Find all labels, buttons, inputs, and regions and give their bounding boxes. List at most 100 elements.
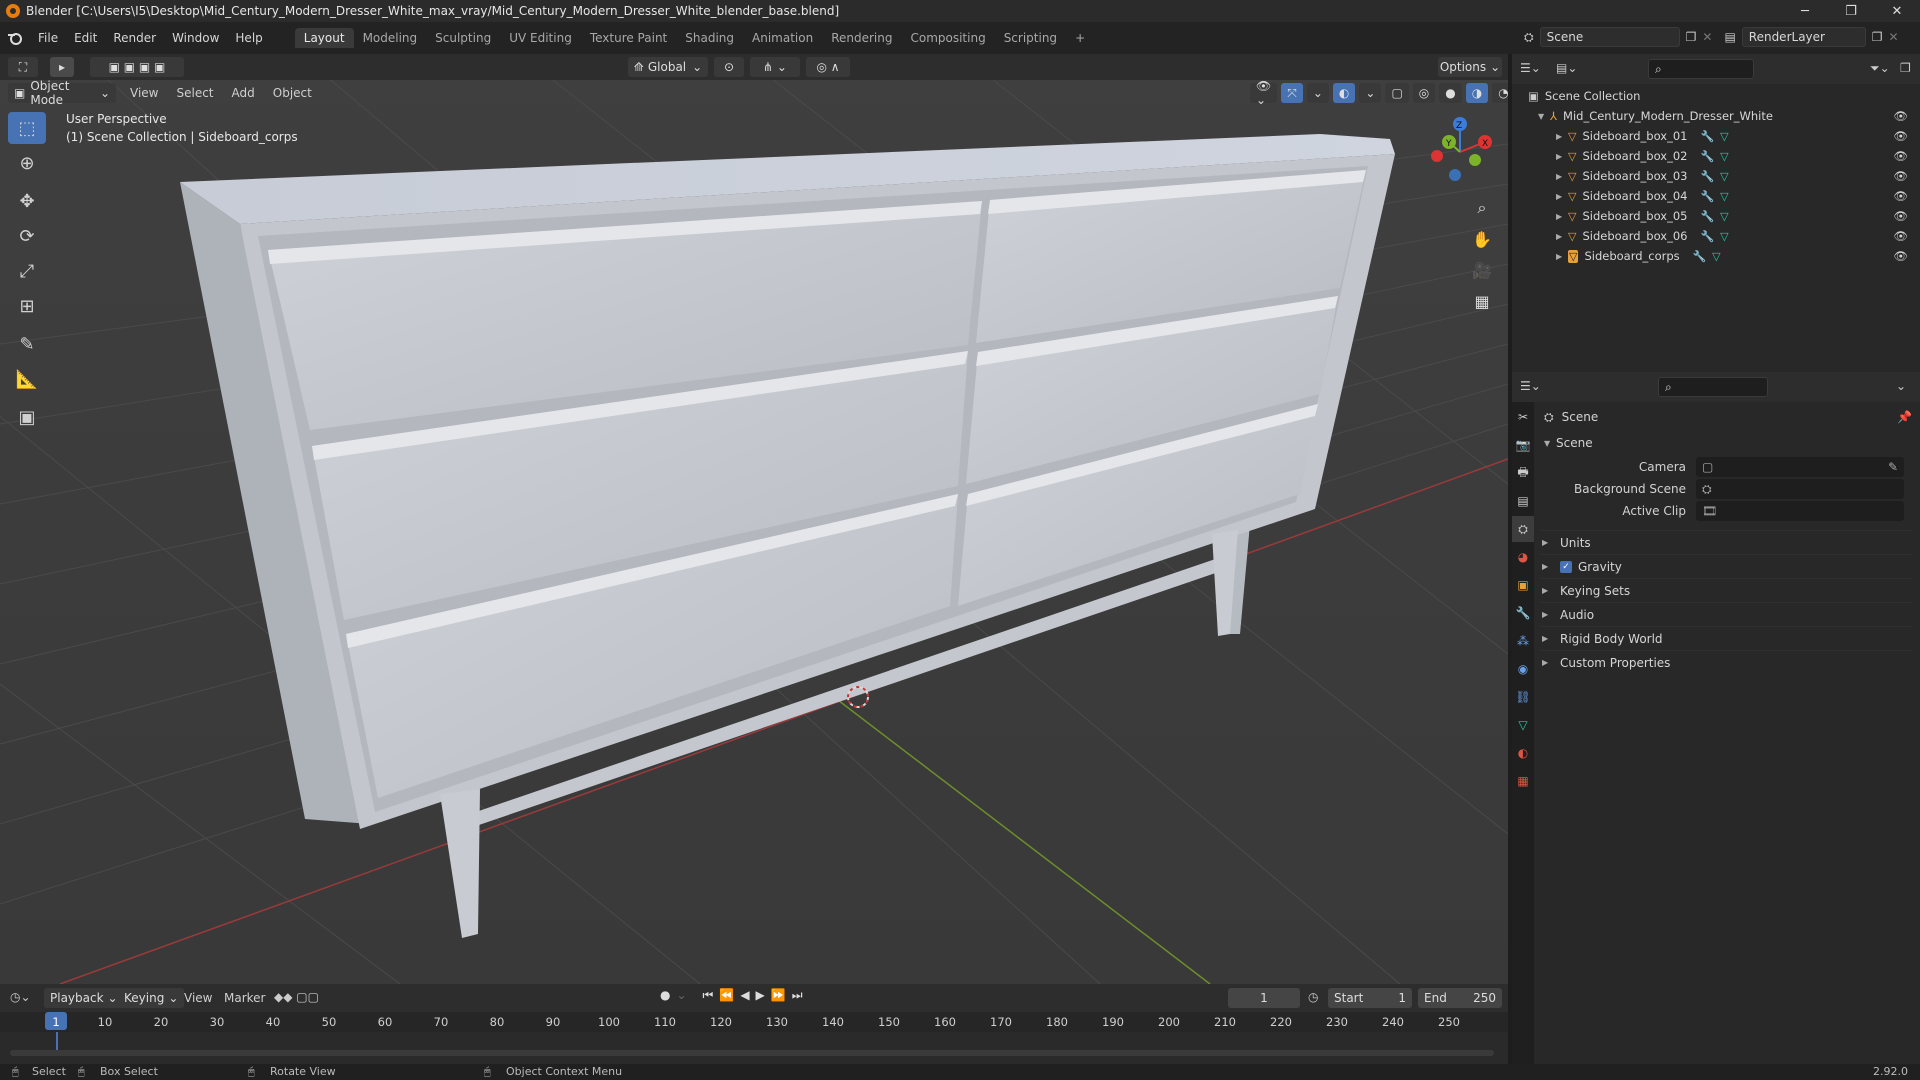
close-button[interactable]: ✕ (1874, 0, 1920, 22)
expand-icon[interactable]: ▶ (1556, 192, 1568, 201)
material-shading-icon[interactable]: ◑ (1465, 83, 1489, 103)
blender-menu-icon[interactable] (0, 31, 30, 45)
minimize-button[interactable]: ─ (1782, 0, 1828, 22)
snap-icon[interactable]: ⋔ ⌄ (750, 57, 800, 77)
expand-icon[interactable]: ▶ (1542, 538, 1554, 547)
mesh-data-icon[interactable]: ▽ (1720, 170, 1728, 183)
material-tab-icon[interactable]: ◐ (1512, 740, 1534, 766)
mesh-data-icon[interactable]: ▽ (1720, 190, 1728, 203)
overlay-toggle-icon[interactable]: ◐ (1332, 83, 1356, 103)
menu-help[interactable]: Help (227, 31, 270, 45)
new-collection-icon[interactable]: ❐ (1900, 61, 1911, 75)
tab-texture-paint[interactable]: Texture Paint (581, 28, 676, 48)
units-panel[interactable]: ▶ Units (1540, 530, 1912, 554)
timeline-view-menu[interactable]: View (184, 991, 212, 1005)
keyframe-icons[interactable]: ◆◆ ▢▢ (274, 990, 319, 1004)
outliner-item[interactable]: ▶ ▽ Sideboard_box_04 🔧 ▽ 👁 (1528, 186, 1920, 206)
visibility-eye-icon[interactable]: 👁 (1893, 229, 1908, 243)
collapse-icon[interactable]: ▼ (1544, 439, 1556, 448)
tab-uv-editing[interactable]: UV Editing (500, 28, 581, 48)
mode-dropdown[interactable]: ▣ Object Mode ⌄ (8, 79, 116, 107)
rendered-shading-icon[interactable]: ◔ (1492, 83, 1508, 103)
scene-tab-icon[interactable]: ⛭ (1512, 516, 1534, 542)
mesh-data-tab-icon[interactable]: ▽ (1512, 712, 1534, 738)
selection-mode-icons[interactable]: ▣ ▣ ▣ ▣ (90, 57, 184, 77)
measure-tool-icon[interactable]: 📐 (8, 363, 46, 395)
modifier-icon[interactable]: 🔧 (1692, 250, 1706, 263)
menu-select[interactable]: Select (176, 86, 213, 100)
cursor-tool-icon[interactable]: ⊕ (8, 147, 46, 179)
timeline-editor-icon[interactable]: ◷⌄ (10, 990, 31, 1004)
expand-icon[interactable]: ▶ (1556, 132, 1568, 141)
pin-icon[interactable]: 📌 (1897, 410, 1912, 424)
expand-icon[interactable]: ▶ (1556, 212, 1568, 221)
camera-view-icon[interactable]: 🎥 (1466, 256, 1498, 284)
scale-tool-icon[interactable]: ⤢ (8, 255, 46, 287)
outliner-search-input[interactable]: ⌕ (1648, 59, 1754, 79)
tab-layout[interactable]: Layout (294, 28, 354, 48)
constraints-tab-icon[interactable]: ⛓ (1512, 684, 1534, 710)
output-tab-icon[interactable]: 🖶 (1512, 460, 1534, 486)
timeline-editor[interactable]: ◷⌄ Playback ⌄ Keying ⌄ View Marker ◆◆ ▢▢ ●… (0, 984, 1508, 1064)
mesh-data-icon[interactable]: ▽ (1712, 250, 1720, 263)
object-tab-icon[interactable]: ▣ (1512, 572, 1534, 598)
expand-icon[interactable]: ▶ (1542, 586, 1554, 595)
mesh-data-icon[interactable]: ▽ (1720, 130, 1728, 143)
tab-animation[interactable]: Animation (743, 28, 822, 48)
gravity-checkbox[interactable]: ✓ (1560, 560, 1572, 573)
rotate-tool-icon[interactable]: ⟳ (8, 220, 46, 252)
expand-icon[interactable]: ▶ (1542, 610, 1554, 619)
scene-collection-row[interactable]: ▣ Scene Collection (1528, 86, 1920, 106)
pan-hand-icon[interactable]: ✋ (1466, 225, 1498, 253)
scene-icon[interactable]: ⛭ (1524, 30, 1534, 45)
renderlayer-selector[interactable]: RenderLayer (1741, 27, 1866, 47)
modifier-tab-icon[interactable]: 🔧 (1512, 600, 1534, 626)
outliner-item[interactable]: ▶ ▽ Sideboard_box_03 🔧 ▽ 👁 (1528, 166, 1920, 186)
visibility-eye-icon[interactable]: 👁 (1893, 129, 1908, 143)
annotate-tool-icon[interactable]: ✎ (8, 328, 46, 360)
rigid-body-world-panel[interactable]: ▶ Rigid Body World (1540, 626, 1912, 650)
physics-tab-icon[interactable]: ◉ (1512, 656, 1534, 682)
collapse-icon[interactable]: ▼ (1538, 112, 1550, 121)
pivot-point-icon[interactable]: ⊙ (714, 57, 744, 77)
menu-render[interactable]: Render (105, 31, 164, 45)
menu-file[interactable]: File (30, 31, 66, 45)
visibility-eye-icon[interactable]: 👁 (1893, 209, 1908, 223)
mesh-data-icon[interactable]: ▽ (1720, 230, 1728, 243)
prev-keyframe-icon[interactable]: ⏪ (719, 988, 734, 1003)
play-reverse-icon[interactable]: ◀ (740, 988, 749, 1003)
custom-properties-panel[interactable]: ▶ Custom Properties (1540, 650, 1912, 674)
start-frame-field[interactable]: Start 1 (1328, 988, 1412, 1008)
active-clip-field[interactable]: 🎞 (1696, 501, 1904, 521)
new-renderlayer-icon[interactable]: ❐ (1872, 30, 1883, 44)
menu-view[interactable]: View (130, 86, 158, 100)
expand-icon[interactable]: ▶ (1556, 232, 1568, 241)
move-tool-icon[interactable]: ✥ (8, 185, 46, 217)
select-box-tool-icon[interactable]: ⬚ (8, 112, 46, 144)
outliner-item[interactable]: ▶ ▽ Sideboard_box_02 🔧 ▽ 👁 (1528, 146, 1920, 166)
menu-edit[interactable]: Edit (66, 31, 105, 45)
wireframe-shading-icon[interactable]: ◎ (1412, 83, 1436, 103)
play-icon[interactable]: ▶ (756, 988, 765, 1003)
render-tab-icon[interactable]: 📷 (1512, 432, 1534, 458)
options-dropdown[interactable]: Options ⌄ (1438, 57, 1502, 77)
tab-rendering[interactable]: Rendering (822, 28, 901, 48)
transform-orientation-dropdown[interactable]: ⟰ Global ⌄ (628, 57, 708, 77)
mesh-data-icon[interactable]: ▽ (1720, 150, 1728, 163)
modifier-icon[interactable]: 🔧 (1700, 130, 1714, 143)
add-cube-tool-icon[interactable]: ▣ (8, 401, 46, 433)
gravity-panel[interactable]: ▶ ✓ Gravity (1540, 554, 1912, 578)
texture-tab-icon[interactable]: ▦ (1512, 768, 1534, 794)
view-layer-tab-icon[interactable]: ▤ (1512, 488, 1534, 514)
keying-sets-panel[interactable]: ▶ Keying Sets (1540, 578, 1912, 602)
view-layer-icon[interactable]: ▤ (1724, 30, 1735, 44)
delete-renderlayer-icon[interactable]: ✕ (1889, 30, 1899, 44)
outliner-item-active[interactable]: ▶ ▽ Sideboard_corps 🔧 ▽ 👁 (1528, 246, 1920, 266)
tab-sculpting[interactable]: Sculpting (426, 28, 500, 48)
zoom-icon[interactable]: ⌕ (1466, 194, 1498, 222)
modifier-icon[interactable]: 🔧 (1700, 230, 1714, 243)
filter-icon[interactable]: ⏷⌄ (1870, 61, 1890, 76)
transform-tool-icon[interactable]: ⊞ (8, 290, 46, 322)
properties-search-input[interactable]: ⌕ (1658, 377, 1768, 397)
eyedropper-icon[interactable]: ✎ (1888, 460, 1898, 474)
